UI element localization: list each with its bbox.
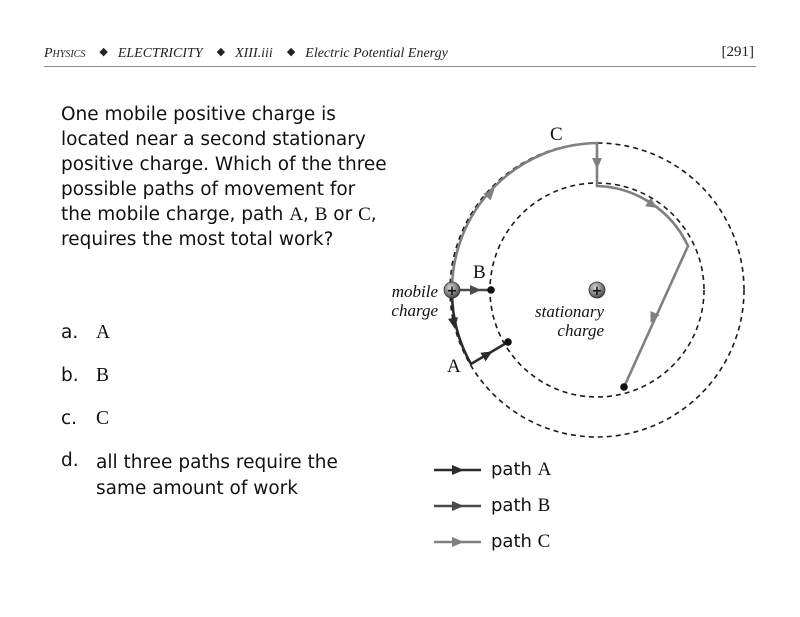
svg-text:path B: path B — [491, 495, 550, 516]
path-b-endpoint — [487, 286, 495, 294]
legend-item-path-b: path B — [434, 495, 550, 516]
mobile-charge-plus-icon: + — [447, 284, 458, 299]
path-b — [460, 285, 495, 295]
path-b-arrow-icon — [470, 285, 481, 295]
mobile-charge: + — [443, 281, 461, 299]
path-b-label: B — [473, 262, 486, 283]
legend-label: A — [538, 459, 552, 480]
electric-potential-diagram: + + C B A mobile charge stationary charg… — [391, 124, 745, 552]
mobile-charge-label-line1: mobile — [392, 282, 439, 301]
legend-prefix: path — [491, 531, 538, 552]
stationary-charge-label-line1: stationary — [535, 302, 604, 321]
legend-arrow-icon — [452, 465, 464, 475]
legend-label: C — [538, 531, 551, 552]
legend-prefix: path — [491, 495, 538, 516]
legend-arrow-icon — [452, 537, 464, 547]
legend-prefix: path — [491, 459, 538, 480]
legend: path A path B path C — [434, 459, 552, 552]
legend-item-path-c: path C — [434, 531, 550, 552]
path-a-arrow-icon — [448, 317, 458, 329]
legend-arrow-icon — [452, 501, 464, 511]
stationary-charge-plus-icon: + — [592, 284, 603, 299]
path-a-arrow-icon — [480, 351, 493, 362]
stationary-charge: + — [588, 281, 606, 299]
path-c-arrow-icon — [592, 158, 602, 169]
svg-text:path A: path A — [491, 459, 552, 480]
path-c-label: C — [550, 124, 563, 145]
legend-item-path-a: path A — [434, 459, 552, 480]
path-a-endpoint — [504, 338, 512, 346]
svg-text:path C: path C — [491, 531, 550, 552]
path-a — [448, 291, 512, 366]
stationary-charge-label-line2: charge — [557, 321, 604, 340]
path-c-endpoint — [620, 383, 628, 391]
mobile-charge-label-line2: charge — [391, 301, 438, 320]
path-a-label: A — [447, 356, 461, 377]
legend-label: B — [538, 495, 551, 516]
